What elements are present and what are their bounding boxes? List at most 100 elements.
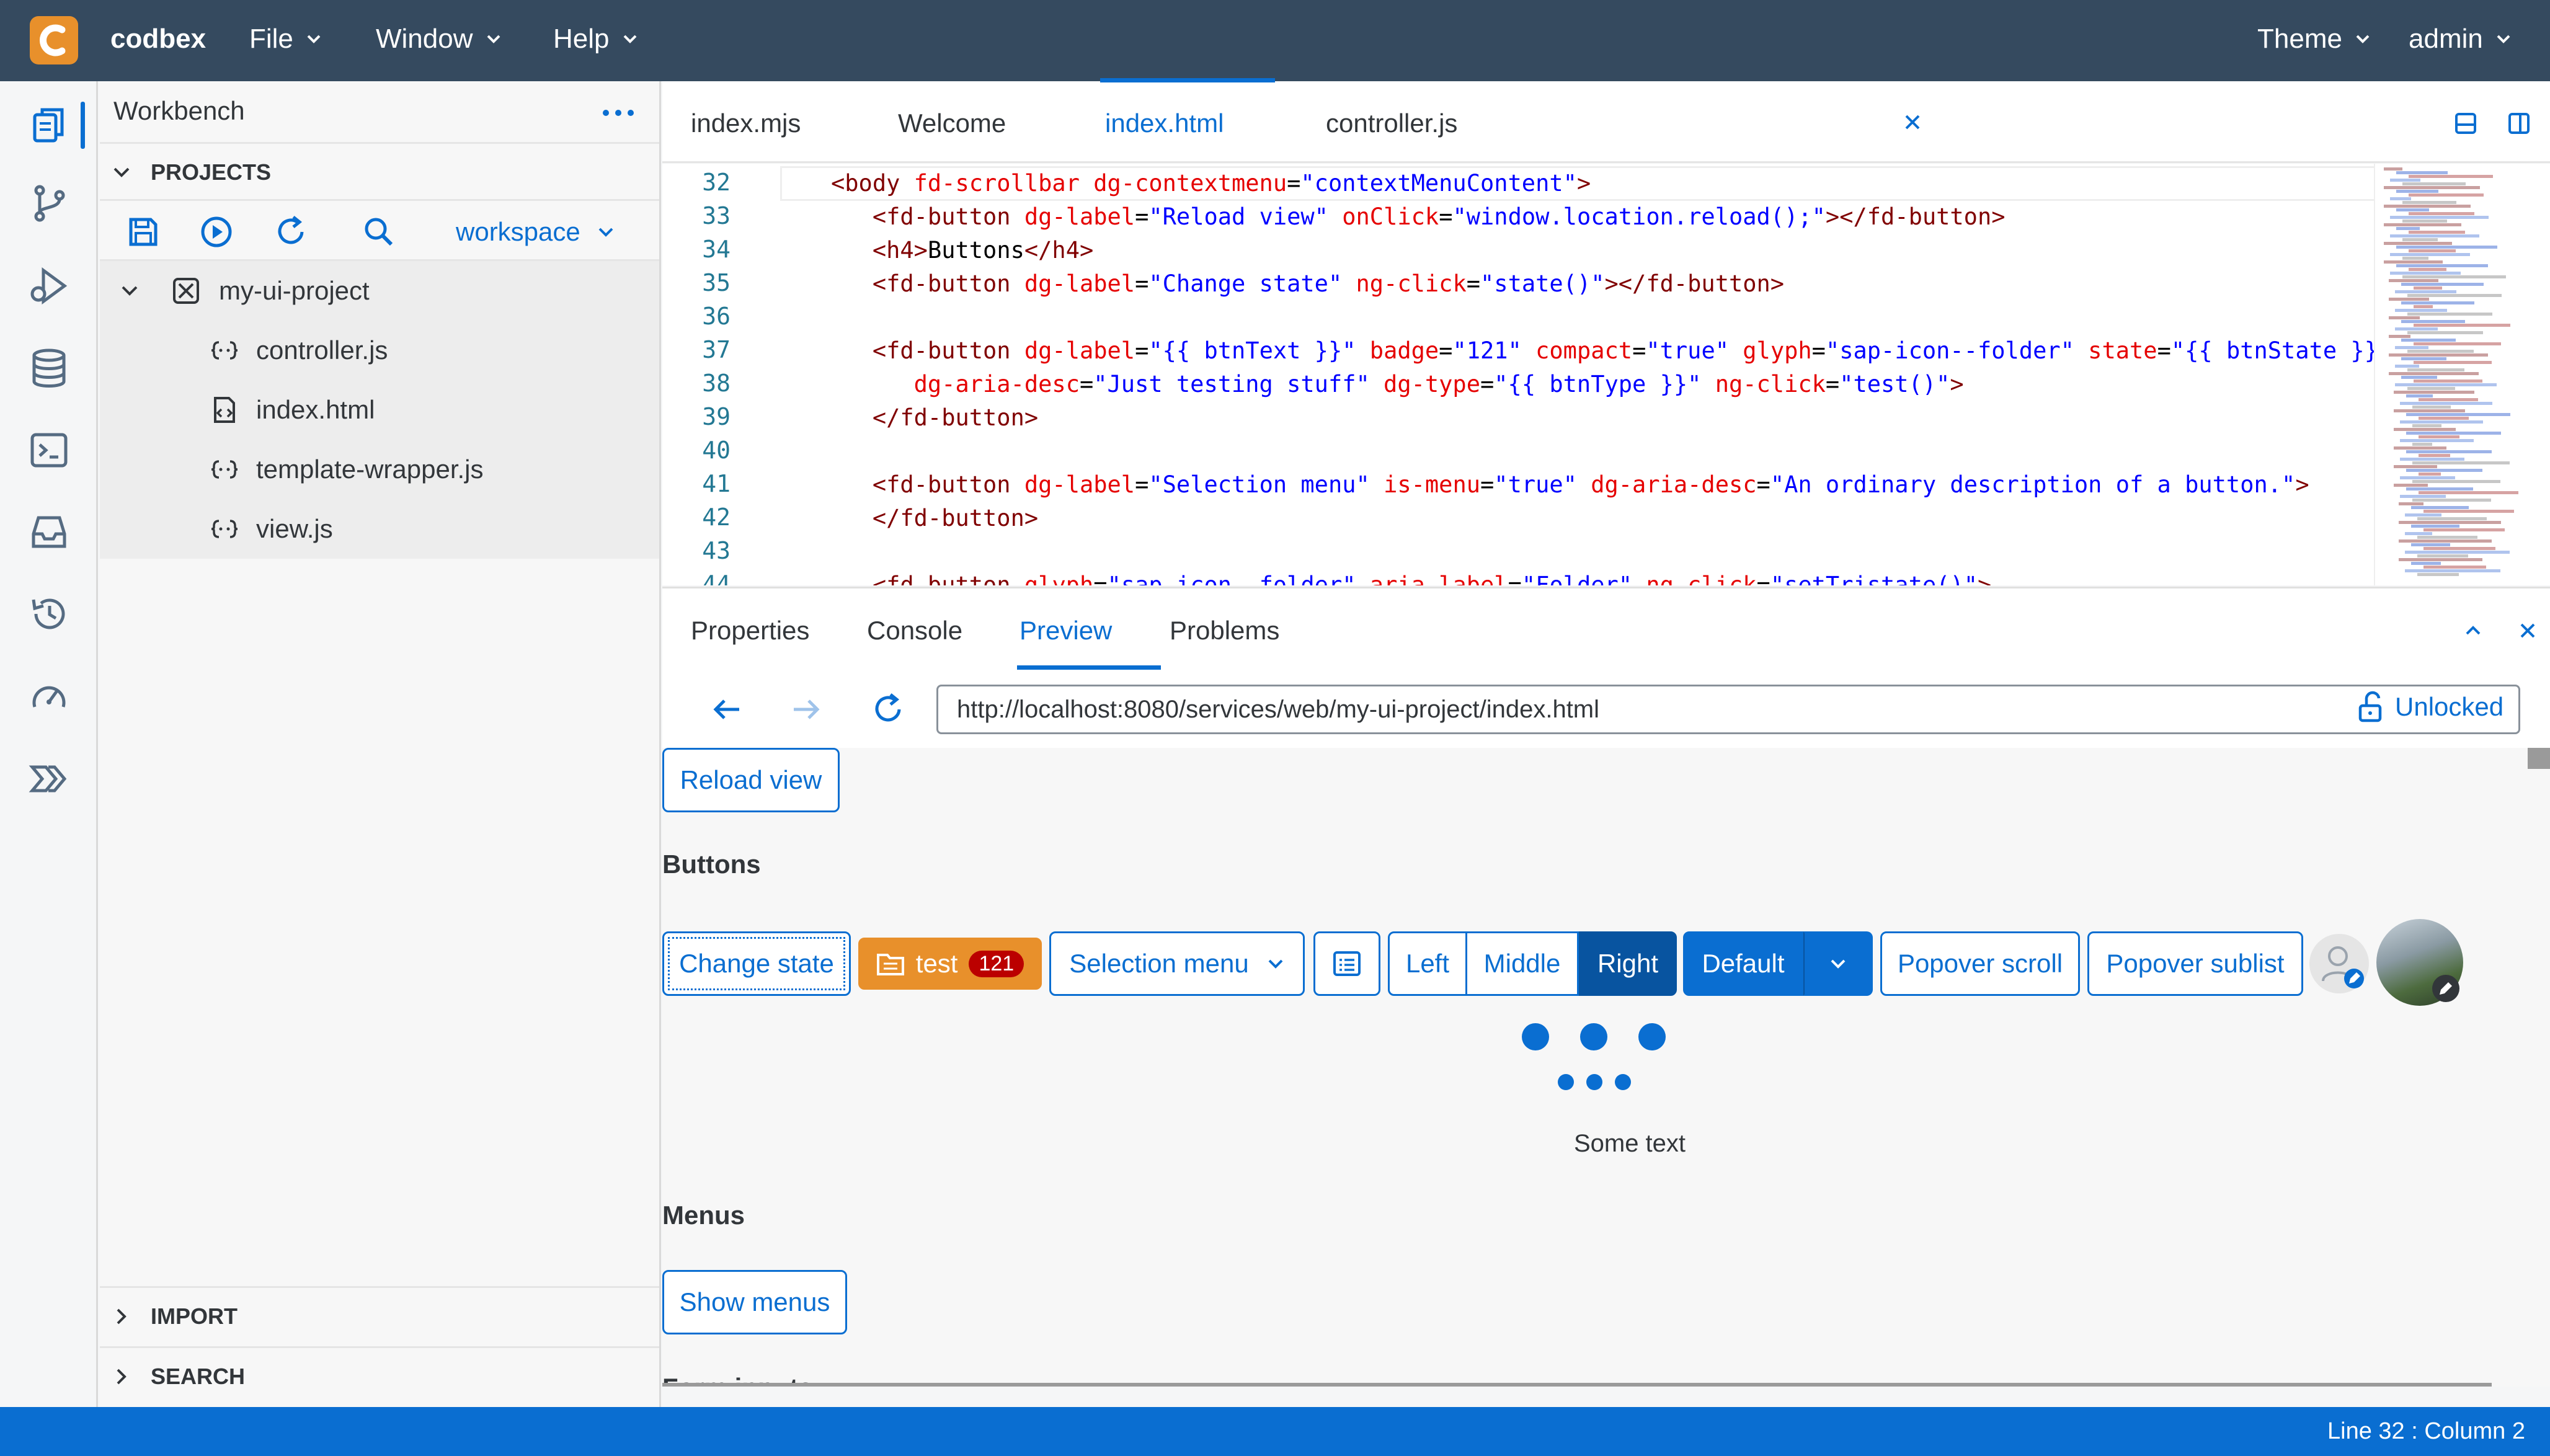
tab-properties[interactable]: Properties: [691, 616, 809, 646]
selection-menu-button[interactable]: Selection menu: [1049, 931, 1305, 996]
menu-file[interactable]: File: [249, 24, 323, 55]
section-search-label: SEARCH: [151, 1363, 246, 1389]
git-branch-icon[interactable]: [27, 182, 71, 225]
minimap-line: [2409, 175, 2493, 178]
tab-controller-js[interactable]: controller.js: [1326, 109, 1457, 138]
code-file-icon: [211, 460, 238, 479]
code-editor[interactable]: 32 33 34 35 36 37 38 39 40 41 42 43 44 <…: [662, 164, 2550, 585]
vertical-scrollbar-thumb[interactable]: [2528, 748, 2550, 769]
segment-left-label: Left: [1405, 949, 1450, 978]
menu-user[interactable]: admin: [2409, 24, 2513, 55]
minimap-line: [2384, 223, 2461, 226]
menu-theme[interactable]: Theme: [2257, 24, 2372, 55]
chevron-down-icon: [307, 35, 321, 43]
menu-help[interactable]: Help: [553, 24, 639, 55]
forward-arrow-icon[interactable]: [789, 692, 824, 727]
codbex-logo-icon[interactable]: [30, 16, 78, 64]
inbox-icon[interactable]: [27, 510, 71, 554]
reload-view-button[interactable]: Reload view: [662, 748, 840, 812]
section-import[interactable]: IMPORT: [100, 1286, 659, 1344]
minimap[interactable]: [2374, 164, 2550, 585]
projects-toolbar: workspace: [100, 199, 659, 261]
close-icon[interactable]: [2518, 621, 2538, 641]
minimap-line: [2395, 365, 2419, 368]
lock-toggle-button[interactable]: Unlocked: [2357, 691, 2503, 723]
minimap-line: [2409, 212, 2474, 215]
minimap-line: [2406, 469, 2482, 472]
preview-url: http://localhost:8080/services/web/my-ui…: [957, 695, 1600, 723]
workspace-select[interactable]: workspace: [456, 213, 615, 251]
history-icon[interactable]: [27, 592, 71, 636]
minimap-line: [2412, 461, 2510, 464]
close-icon[interactable]: [1903, 112, 1922, 132]
tree-file-index-html[interactable]: index.html: [100, 380, 659, 440]
popover-scroll-button[interactable]: Popover scroll: [1880, 931, 2080, 996]
terminal-icon[interactable]: [27, 428, 71, 472]
minimap-line: [2423, 547, 2495, 550]
chevron-up-icon[interactable]: [2463, 621, 2483, 641]
show-menus-button[interactable]: Show menus: [662, 1270, 847, 1334]
segment-left[interactable]: Left: [1388, 931, 1467, 996]
dashboard-gauge-icon[interactable]: [27, 675, 71, 718]
files-icon[interactable]: [27, 104, 71, 147]
database-icon[interactable]: [27, 347, 71, 390]
back-arrow-icon[interactable]: [709, 692, 744, 727]
tree-file-view-js[interactable]: view.js: [100, 499, 659, 559]
code-line: <body fd-scrollbar dg-contextmenu="conte…: [831, 170, 1591, 197]
refresh-icon[interactable]: [871, 692, 905, 727]
minimap-line: [2394, 484, 2428, 487]
split-horizontal-icon[interactable]: [2453, 111, 2478, 136]
minimap-line: [2390, 179, 2420, 182]
tab-index-mjs[interactable]: index.mjs: [691, 109, 801, 138]
default-button[interactable]: Default: [1683, 931, 1803, 996]
split-vertical-icon[interactable]: [2507, 111, 2531, 136]
minimap-line: [2419, 491, 2518, 494]
project-icon: [173, 278, 199, 304]
minimap-line: [2407, 387, 2455, 390]
tree-project-my-ui-project[interactable]: my-ui-project: [100, 261, 659, 321]
minimap-line: [2399, 539, 2492, 543]
preview-url-input[interactable]: http://localhost:8080/services/web/my-ui…: [936, 685, 2520, 734]
tab-index-html[interactable]: index.html: [1105, 109, 1224, 138]
tab-console[interactable]: Console: [867, 616, 962, 646]
avatar-photo[interactable]: [2376, 919, 2463, 1006]
line-number: 37: [702, 336, 731, 363]
double-chevron-icon[interactable]: [27, 757, 71, 801]
tree-file-template-wrapper-js[interactable]: template-wrapper.js: [100, 440, 659, 499]
publish-play-icon[interactable]: [198, 213, 235, 251]
segment-right[interactable]: Right: [1579, 931, 1677, 996]
minimap-line: [2414, 342, 2501, 345]
minimap-line: [2409, 268, 2446, 271]
more-options-icon[interactable]: [600, 104, 637, 122]
section-projects[interactable]: PROJECTS: [100, 142, 659, 200]
segmented-button-group: Left Middle Right: [1388, 931, 1677, 996]
minimap-line: [2412, 443, 2432, 446]
debug-run-icon[interactable]: [27, 264, 71, 308]
line-number: 32: [702, 169, 731, 196]
horizontal-scrollbar[interactable]: [662, 1383, 2492, 1387]
menu-window[interactable]: Window: [376, 24, 503, 55]
cursor-position: Line 32 : Column 2: [2327, 1418, 2525, 1444]
tab-problems[interactable]: Problems: [1170, 616, 1279, 646]
refresh-icon[interactable]: [272, 213, 309, 251]
default-dropdown-button[interactable]: [1803, 931, 1873, 996]
tab-welcome[interactable]: Welcome: [898, 109, 1006, 138]
popover-sublist-button[interactable]: Popover sublist: [2087, 931, 2303, 996]
tree-file-controller-js[interactable]: controller.js: [100, 321, 659, 380]
html-file-icon: [214, 397, 235, 423]
test-button[interactable]: test 121: [858, 938, 1042, 990]
search-icon[interactable]: [360, 213, 398, 251]
chevron-down-icon: [1268, 959, 1283, 969]
folder-button[interactable]: [1313, 931, 1380, 996]
minimap-line: [2396, 190, 2438, 193]
minimap-line: [2389, 298, 2429, 301]
avatar-placeholder[interactable]: [2309, 934, 2369, 993]
busy-indicator-dot: [1522, 1023, 1549, 1050]
change-state-button[interactable]: Change state: [662, 931, 851, 996]
panel-tabs: Properties Console Preview Problems: [662, 587, 2550, 671]
tab-preview[interactable]: Preview: [1020, 616, 1112, 646]
segment-middle[interactable]: Middle: [1467, 931, 1579, 996]
test-label: test: [915, 949, 958, 978]
save-icon[interactable]: [125, 213, 162, 251]
section-search[interactable]: SEARCH: [100, 1346, 659, 1405]
